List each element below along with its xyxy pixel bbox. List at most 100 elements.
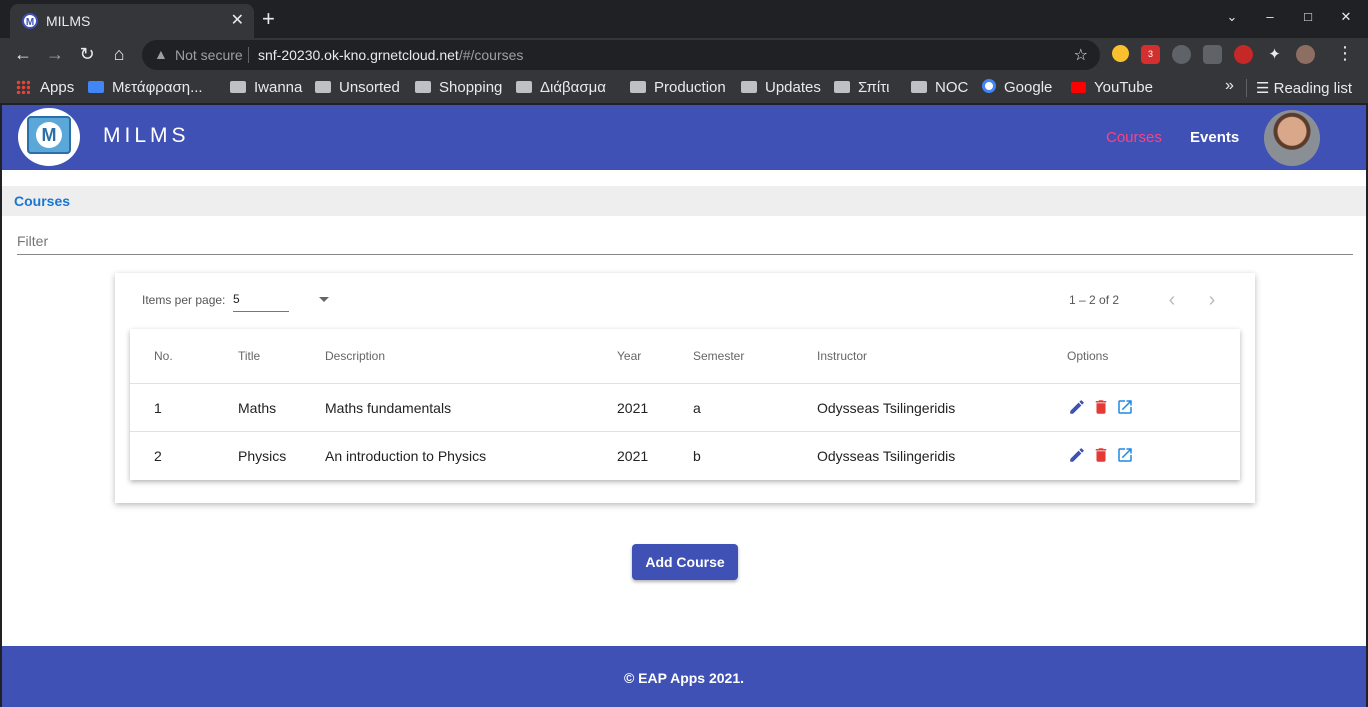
browser-tab[interactable]: M MILMS ✕ bbox=[10, 4, 254, 38]
edit-icon[interactable] bbox=[1068, 396, 1086, 418]
add-course-button[interactable]: Add Course bbox=[632, 544, 738, 580]
cell-instructor: Odysseas Tsilingeridis bbox=[817, 400, 956, 416]
folder-icon bbox=[415, 81, 431, 93]
delete-icon[interactable] bbox=[1092, 444, 1110, 466]
breadcrumb-current[interactable]: Courses bbox=[14, 193, 70, 209]
bookmark-noc[interactable]: NOC bbox=[911, 79, 968, 96]
more-bookmarks-icon[interactable]: » bbox=[1225, 77, 1234, 95]
close-window-icon[interactable]: ✕ bbox=[1338, 9, 1354, 25]
nav-courses-link[interactable]: Courses bbox=[1106, 129, 1162, 146]
folder-icon bbox=[230, 81, 246, 93]
column-header-semester[interactable]: Semester bbox=[693, 349, 744, 363]
brand-title: MILMS bbox=[103, 124, 190, 147]
folder-icon bbox=[834, 81, 850, 93]
bookmark-apps[interactable]: Apps bbox=[16, 79, 74, 96]
browser-menu-icon[interactable]: ⋮ bbox=[1336, 43, 1354, 64]
profile-avatar-icon[interactable] bbox=[1296, 45, 1315, 64]
column-header-no[interactable]: No. bbox=[154, 349, 173, 363]
nav-events-link[interactable]: Events bbox=[1190, 129, 1239, 146]
filter-input[interactable] bbox=[17, 227, 1353, 255]
maximize-icon[interactable]: □ bbox=[1300, 9, 1316, 25]
bookmark-shopping[interactable]: Shopping bbox=[415, 79, 502, 96]
bookmark-updates[interactable]: Updates bbox=[741, 79, 821, 96]
table-row: 2 Physics An introduction to Physics 202… bbox=[130, 432, 1240, 480]
milms-logo[interactable]: M bbox=[18, 108, 80, 166]
bookmark-home[interactable]: Σπίτι bbox=[834, 79, 890, 96]
warning-icon: ▲ bbox=[154, 46, 168, 62]
reload-icon[interactable]: ↻ bbox=[76, 43, 98, 65]
column-header-title[interactable]: Title bbox=[238, 349, 260, 363]
bookmark-label: Production bbox=[654, 79, 726, 96]
open-in-new-icon[interactable] bbox=[1116, 396, 1134, 418]
courses-card: Items per page: 5 1 – 2 of 2 ‹ › No. Tit… bbox=[115, 273, 1255, 503]
extension-yellow-icon[interactable] bbox=[1112, 45, 1129, 62]
bookmark-production[interactable]: Production bbox=[630, 79, 726, 96]
cell-no: 1 bbox=[154, 400, 162, 416]
folder-icon bbox=[315, 81, 331, 93]
bookmark-translate[interactable]: Μετάφραση... bbox=[88, 79, 203, 96]
user-avatar[interactable] bbox=[1264, 110, 1320, 166]
bookmark-label: NOC bbox=[935, 79, 969, 96]
items-per-page-label: Items per page: bbox=[142, 293, 226, 307]
extension-eyedropper-icon[interactable] bbox=[1203, 45, 1222, 64]
back-icon[interactable]: ← bbox=[12, 43, 34, 65]
bookmark-label: Διάβασμα bbox=[540, 79, 606, 96]
column-header-options: Options bbox=[1067, 349, 1109, 363]
previous-page-button[interactable]: ‹ bbox=[1161, 287, 1183, 313]
items-per-page-select[interactable]: 5 bbox=[233, 292, 289, 312]
row-options bbox=[1068, 444, 1134, 466]
bookmark-star-icon[interactable]: ☆ bbox=[1074, 45, 1088, 65]
items-per-page-value: 5 bbox=[233, 292, 240, 306]
extension-adblock-icon[interactable] bbox=[1234, 45, 1253, 64]
open-in-new-icon[interactable] bbox=[1116, 444, 1134, 466]
close-tab-icon[interactable]: ✕ bbox=[231, 10, 244, 30]
column-header-year[interactable]: Year bbox=[617, 349, 641, 363]
next-page-button[interactable]: › bbox=[1201, 287, 1223, 313]
cell-no: 2 bbox=[154, 448, 162, 464]
cell-description: Maths fundamentals bbox=[325, 400, 452, 416]
url-text[interactable]: snf-20230.ok-kno.grnetcloud.net/#/course… bbox=[258, 47, 523, 63]
dropdown-arrow-icon[interactable] bbox=[319, 297, 329, 302]
column-header-description[interactable]: Description bbox=[325, 349, 385, 363]
tab-search-icon[interactable]: ⌄ bbox=[1224, 9, 1240, 25]
apps-grid-icon bbox=[16, 80, 30, 94]
folder-icon bbox=[516, 81, 532, 93]
folder-icon bbox=[911, 81, 927, 93]
google-icon bbox=[982, 79, 996, 93]
delete-icon[interactable] bbox=[1092, 396, 1110, 418]
bookmarks-divider bbox=[1246, 79, 1247, 97]
reading-list-button[interactable]: ☰ Reading list bbox=[1256, 79, 1352, 97]
milms-favicon-icon: M bbox=[22, 13, 38, 29]
bookmark-youtube[interactable]: YouTube bbox=[1071, 79, 1153, 96]
bookmark-reading[interactable]: Διάβασμα bbox=[516, 79, 606, 96]
column-header-instructor[interactable]: Instructor bbox=[817, 349, 867, 363]
bookmarks-bar: Apps Μετάφραση... Iwanna Unsorted Shoppi… bbox=[0, 72, 1368, 104]
reading-list-label: Reading list bbox=[1273, 80, 1353, 97]
bookmark-label: Unsorted bbox=[339, 79, 400, 96]
breadcrumb: Courses bbox=[2, 186, 1366, 216]
home-icon[interactable]: ⌂ bbox=[108, 43, 130, 65]
bookmark-iwanna[interactable]: Iwanna bbox=[230, 79, 302, 96]
url-host: snf-20230.ok-kno.grnetcloud.net bbox=[258, 47, 459, 63]
new-tab-icon[interactable]: + bbox=[262, 6, 275, 32]
cell-semester: b bbox=[693, 448, 701, 464]
forward-icon[interactable]: → bbox=[44, 43, 66, 65]
extension-sync-icon[interactable] bbox=[1172, 45, 1191, 64]
folder-icon bbox=[741, 81, 757, 93]
youtube-icon bbox=[1071, 82, 1086, 93]
cell-year: 2021 bbox=[617, 400, 649, 416]
folder-icon bbox=[630, 81, 646, 93]
security-label[interactable]: Not secure bbox=[175, 47, 243, 63]
browser-toolbar: ← → ↻ ⌂ ▲ Not secure snf-20230.ok-kno.gr… bbox=[0, 38, 1368, 72]
bookmark-unsorted[interactable]: Unsorted bbox=[315, 79, 400, 96]
address-bar[interactable]: ▲ Not secure snf-20230.ok-kno.grnetcloud… bbox=[142, 40, 1100, 70]
cell-description: An introduction to Physics bbox=[325, 448, 487, 464]
extension-calendar-icon[interactable]: 3 bbox=[1141, 45, 1160, 64]
minimize-icon[interactable]: – bbox=[1262, 9, 1278, 25]
extensions-puzzle-icon[interactable]: ✦ bbox=[1265, 45, 1284, 64]
bookmark-label: YouTube bbox=[1094, 79, 1153, 96]
row-options bbox=[1068, 396, 1134, 418]
bookmark-label: Apps bbox=[40, 79, 75, 96]
bookmark-google[interactable]: Google bbox=[982, 79, 1052, 96]
edit-icon[interactable] bbox=[1068, 444, 1086, 466]
